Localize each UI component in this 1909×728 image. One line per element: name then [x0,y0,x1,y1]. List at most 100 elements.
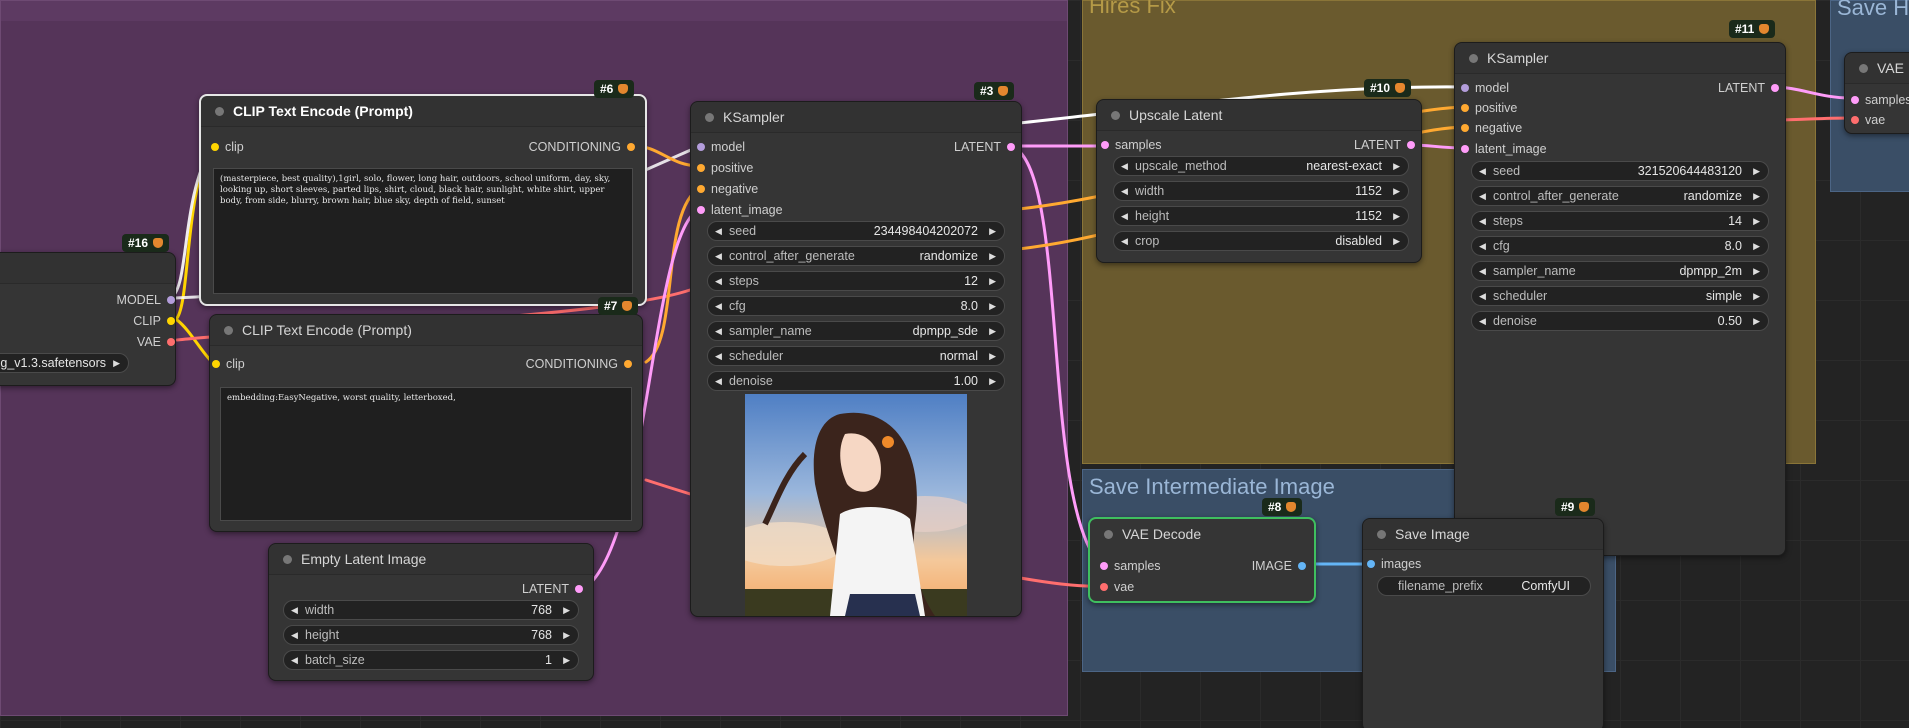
arrow-right-icon[interactable]: ▶ [113,354,120,372]
control-after-generate-widget[interactable]: ◀ control_after_generate randomize ▶ [1471,186,1769,206]
scheduler-widget[interactable]: ◀ scheduler normal ▶ [707,346,1005,366]
node-canvas[interactable]: Hires Fix Save Intermediate Image Save H [0,0,1909,728]
ckpt-name-value: nting_v1.3.safetensors [0,356,106,370]
node-badge: #10 [1364,79,1412,97]
collapse-dot-icon[interactable] [1469,54,1478,63]
node-title[interactable]: KSampler [691,102,1021,133]
node-title[interactable] [0,253,175,284]
steps-widget[interactable]: ◀ steps 14 ▶ [1471,211,1769,231]
filename-prefix-widget[interactable]: filename_prefix ComfyUI [1377,576,1591,596]
fox-icon [998,86,1009,96]
scheduler-widget[interactable]: ◀ scheduler simple ▶ [1471,286,1769,306]
prompt-textarea[interactable]: (masterpiece, best quality),1girl, solo,… [213,168,633,294]
input-samples[interactable]: samples [1101,138,1162,152]
input-negative[interactable]: negative [1461,121,1522,135]
fox-icon [1286,502,1297,512]
output-model[interactable]: MODEL [117,293,175,307]
output-conditioning[interactable]: CONDITIONING [529,140,635,154]
fox-icon [1395,83,1406,93]
save-image-node[interactable]: Save Image images filename_prefix ComfyUI [1362,518,1604,728]
node-title[interactable]: CLIP Text Encode (Prompt) [201,96,645,127]
collapse-dot-icon[interactable] [1104,530,1113,539]
crop-widget[interactable]: ◀ crop disabled ▶ [1113,231,1409,251]
input-images[interactable]: images [1367,557,1421,571]
output-conditioning[interactable]: CONDITIONING [526,357,632,371]
pin-clip[interactable] [167,317,175,325]
output-clip[interactable]: CLIP [133,314,175,328]
steps-widget[interactable]: ◀ steps 12 ▶ [707,271,1005,291]
pin-clip[interactable] [212,360,220,368]
pin-model[interactable] [167,296,175,304]
node-title[interactable]: VAE D [1845,53,1909,84]
width-widget[interactable]: ◀ width 768 ▶ [283,600,579,620]
clip-text-encode-negative-node[interactable]: CLIP Text Encode (Prompt) clip CONDITION… [209,314,643,532]
collapse-dot-icon[interactable] [283,555,292,564]
anime-girl-preview [745,394,967,616]
checkpoint-loader-node[interactable]: MODEL CLIP VAE nting_v1.3.safetensors ▶ [0,252,176,386]
cfg-widget[interactable]: ◀ cfg 8.0 ▶ [1471,236,1769,256]
empty-latent-image-node[interactable]: Empty Latent Image LATENT ◀ width 768 ▶ ◀ he… [268,543,594,681]
node-title[interactable]: CLIP Text Encode (Prompt) [210,315,642,346]
collapse-dot-icon[interactable] [705,113,714,122]
batch-size-widget[interactable]: ◀ batch_size 1 ▶ [283,650,579,670]
collapse-dot-icon[interactable] [215,107,224,116]
input-positive[interactable]: positive [1461,101,1517,115]
upscale-method-widget[interactable]: ◀ upscale_method nearest-exact ▶ [1113,156,1409,176]
node-badge: #9 [1555,498,1596,516]
sampler-name-widget[interactable]: ◀ sampler_name dpmpp_2m ▶ [1471,261,1769,281]
width-widget[interactable]: ◀ width 1152 ▶ [1113,181,1409,201]
input-latent-image[interactable]: latent_image [697,203,783,217]
input-samples[interactable]: samples [1100,559,1161,573]
denoise-widget[interactable]: ◀ denoise 0.50 ▶ [1471,311,1769,331]
ksampler-hires-node[interactable]: KSampler model positive negative latent_… [1454,42,1786,556]
sampler-name-widget[interactable]: ◀ sampler_name dpmpp_sde ▶ [707,321,1005,341]
node-title[interactable]: Upscale Latent [1097,100,1421,131]
ckpt-name-widget[interactable]: nting_v1.3.safetensors ▶ [0,353,129,373]
node-title[interactable]: Empty Latent Image [269,544,593,575]
input-samples[interactable]: samples [1851,93,1909,107]
pin-vae[interactable] [167,338,175,346]
output-image[interactable]: IMAGE [1252,559,1306,573]
collapse-dot-icon[interactable] [224,326,233,335]
output-vae[interactable]: VAE [137,335,175,349]
output-latent[interactable]: LATENT [954,140,1015,154]
prompt-textarea[interactable]: embedding:EasyNegative, worst quality, l… [220,387,632,521]
input-vae[interactable]: vae [1851,113,1885,127]
height-widget[interactable]: ◀ height 768 ▶ [283,625,579,645]
ksampler-node[interactable]: KSampler model positive negative latent_… [690,101,1022,617]
pin-latent[interactable] [575,585,583,593]
input-negative[interactable]: negative [697,182,758,196]
height-widget[interactable]: ◀ height 1152 ▶ [1113,206,1409,226]
cfg-widget[interactable]: ◀ cfg 8.0 ▶ [707,296,1005,316]
vae-decode-hires-node[interactable]: VAE D samples vae [1844,52,1909,134]
collapse-dot-icon[interactable] [1111,111,1120,120]
clip-text-encode-positive-node[interactable]: CLIP Text Encode (Prompt) clip CONDITION… [199,94,647,306]
collapse-dot-icon[interactable] [1859,64,1868,73]
output-latent[interactable]: LATENT [1354,138,1415,152]
link-clip-neg [175,318,214,364]
input-vae[interactable]: vae [1100,580,1134,594]
input-model[interactable]: model [1461,81,1509,95]
input-positive[interactable]: positive [697,161,753,175]
input-latent-image[interactable]: latent_image [1461,142,1547,156]
upscale-latent-node[interactable]: Upscale Latent samples LATENT ◀ upscale_m… [1096,99,1422,263]
output-latent[interactable]: LATENT [522,582,583,596]
seed-widget[interactable]: ◀ seed 234498404202072 ▶ [707,221,1005,241]
node-badge: #6 [594,80,635,98]
pin-conditioning[interactable] [624,360,632,368]
input-clip[interactable]: clip [211,140,244,154]
input-clip[interactable]: clip [212,357,245,371]
vae-decode-node[interactable]: VAE Decode samples vae IMAGE [1088,517,1316,603]
control-after-generate-widget[interactable]: ◀ control_after_generate randomize ▶ [707,246,1005,266]
pin-conditioning[interactable] [627,143,635,151]
input-model[interactable]: model [697,140,745,154]
output-latent[interactable]: LATENT [1718,81,1779,95]
node-title[interactable]: VAE Decode [1090,519,1314,549]
node-title[interactable]: Save Image [1363,519,1603,550]
collapse-dot-icon[interactable] [1377,530,1386,539]
seed-widget[interactable]: ◀ seed 321520644483120 ▶ [1471,161,1769,181]
node-title[interactable]: KSampler [1455,43,1785,74]
pin-clip[interactable] [211,143,219,151]
fox-icon [618,84,629,94]
denoise-widget[interactable]: ◀ denoise 1.00 ▶ [707,371,1005,391]
